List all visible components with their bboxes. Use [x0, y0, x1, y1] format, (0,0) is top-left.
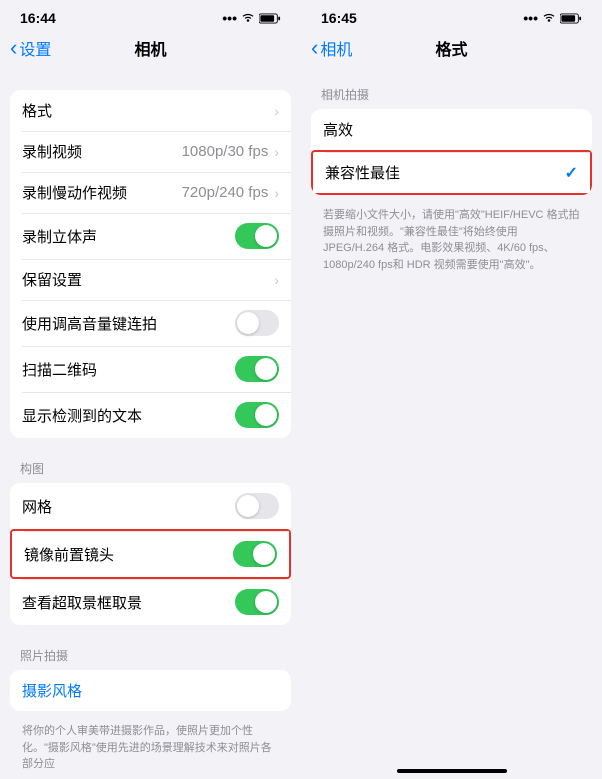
row-label: 录制慢动作视频 [22, 182, 182, 203]
row-label: 扫描二维码 [22, 359, 235, 380]
battery-icon [560, 13, 582, 24]
detect-text-row: 显示检测到的文本 [10, 392, 291, 438]
row-label: 格式 [22, 100, 274, 121]
status-time: 16:45 [321, 10, 357, 26]
row-label: 显示检测到的文本 [22, 405, 235, 426]
row-label: 保留设置 [22, 269, 274, 290]
scan-qr-row: 扫描二维码 [10, 346, 291, 392]
check-icon: ✓ [565, 163, 578, 183]
dots-icon: ••• [523, 10, 538, 26]
back-label: 相机 [320, 36, 352, 60]
footer-text: 将你的个人审美带进摄影作品，使照片更加个性化。"摄影风格"使用先进的场景理解技术… [10, 717, 291, 779]
grid-row: 网格 [10, 483, 291, 529]
row-label: 高效 [323, 119, 580, 140]
wifi-icon [241, 13, 255, 23]
row-detail: 720p/240 fps [182, 184, 269, 201]
status-bar: 16:45 ••• [301, 0, 602, 30]
row-label: 兼容性最佳 [325, 162, 565, 183]
nav-bar: ‹ 相机 格式 [301, 30, 602, 70]
wifi-icon [542, 13, 556, 23]
photo-capture-group: 摄影风格 [10, 670, 291, 711]
page-title: 相机 [134, 36, 166, 60]
high-efficiency-row[interactable]: 高效 [311, 109, 592, 150]
stereo-toggle[interactable] [235, 223, 279, 249]
row-label: 查看超取景框取景 [22, 592, 235, 613]
dots-icon: ••• [222, 10, 237, 26]
back-label: 设置 [19, 36, 51, 60]
section-header-composition: 构图 [10, 444, 291, 483]
back-button[interactable]: ‹ 相机 [311, 36, 352, 60]
row-label: 录制立体声 [22, 226, 235, 247]
chevron-left-icon: ‹ [10, 37, 17, 59]
status-indicators: ••• [523, 10, 582, 26]
grid-toggle[interactable] [235, 493, 279, 519]
footer-text: 若要缩小文件大小，请使用"高效"HEIF/HEVC 格式拍摄照片和视频。"兼容性… [311, 201, 592, 279]
row-label: 录制视频 [22, 141, 182, 162]
row-label: 镜像前置镜头 [24, 544, 233, 565]
status-indicators: ••• [222, 10, 281, 26]
row-label: 使用调高音量键连拍 [22, 313, 235, 334]
chevron-right-icon: › [274, 272, 279, 288]
most-compatible-row[interactable]: 兼容性最佳 ✓ [311, 150, 592, 195]
camera-settings-screen: 16:44 ••• ‹ 设置 相机 格式 › 录制视频 1080p/30 fps… [0, 0, 301, 779]
mirror-front-row: 镜像前置镜头 [10, 529, 291, 579]
status-bar: 16:44 ••• [0, 0, 301, 30]
volume-burst-toggle[interactable] [235, 310, 279, 336]
preserve-settings-row[interactable]: 保留设置 › [10, 259, 291, 300]
battery-icon [259, 13, 281, 24]
detect-text-toggle[interactable] [235, 402, 279, 428]
scan-qr-toggle[interactable] [235, 356, 279, 382]
back-button[interactable]: ‹ 设置 [10, 36, 51, 60]
status-time: 16:44 [20, 10, 56, 26]
row-label: 摄影风格 [22, 680, 279, 701]
composition-group: 网格 镜像前置镜头 查看超取景框取景 [10, 483, 291, 625]
view-outside-row: 查看超取景框取景 [10, 579, 291, 625]
capture-format-group: 高效 兼容性最佳 ✓ [311, 109, 592, 195]
record-stereo-row: 录制立体声 [10, 213, 291, 259]
record-video-row[interactable]: 录制视频 1080p/30 fps › [10, 131, 291, 172]
chevron-left-icon: ‹ [311, 37, 318, 59]
section-header-capture: 相机拍摄 [311, 70, 592, 109]
record-slomo-row[interactable]: 录制慢动作视频 720p/240 fps › [10, 172, 291, 213]
mirror-front-toggle[interactable] [233, 541, 277, 567]
row-detail: 1080p/30 fps [182, 143, 269, 160]
chevron-right-icon: › [274, 185, 279, 201]
home-indicator[interactable] [397, 769, 507, 773]
photo-styles-row[interactable]: 摄影风格 [10, 670, 291, 711]
formats-row[interactable]: 格式 › [10, 90, 291, 131]
volume-burst-row: 使用调高音量键连拍 [10, 300, 291, 346]
chevron-right-icon: › [274, 144, 279, 160]
row-label: 网格 [22, 496, 235, 517]
nav-bar: ‹ 设置 相机 [0, 30, 301, 70]
chevron-right-icon: › [274, 103, 279, 119]
view-outside-toggle[interactable] [235, 589, 279, 615]
page-title: 格式 [435, 36, 467, 60]
section-header-photo-capture: 照片拍摄 [10, 631, 291, 670]
settings-group-1: 格式 › 录制视频 1080p/30 fps › 录制慢动作视频 720p/24… [10, 90, 291, 438]
formats-screen: 16:45 ••• ‹ 相机 格式 相机拍摄 高效 兼容性最佳 ✓ 若要缩小文件… [301, 0, 602, 779]
